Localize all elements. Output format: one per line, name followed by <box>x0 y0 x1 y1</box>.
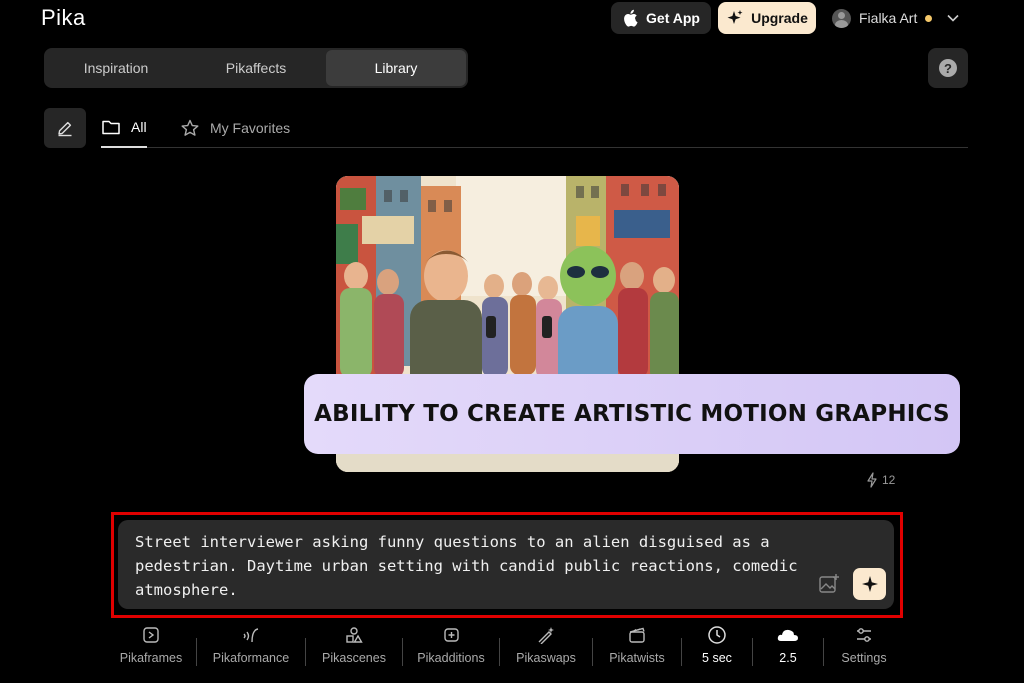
tool-pikadditions[interactable]: Pikadditions <box>403 620 499 672</box>
sparkle-icon <box>861 576 878 592</box>
tool-pikaframes[interactable]: Pikaframes <box>106 620 196 672</box>
user-menu[interactable]: Fialka Art <box>832 6 960 30</box>
upgrade-label: Upgrade <box>751 10 808 26</box>
tool-pikadditions-label: Pikadditions <box>417 651 485 665</box>
main-tabs: Inspiration Pikaffects Library <box>44 48 468 88</box>
status-dot <box>925 14 933 22</box>
scenes-icon <box>346 627 363 643</box>
model-label: 2.5 <box>779 651 797 665</box>
generation-count: 12 <box>882 473 896 487</box>
help-button[interactable]: ? <box>928 48 968 88</box>
chevron-down-icon <box>947 14 959 22</box>
top-bar: Pika Get App Upgrade Fialka Art <box>0 0 1024 36</box>
tab-inspiration[interactable]: Inspiration <box>46 50 186 86</box>
tool-pikaframes-label: Pikaframes <box>119 651 183 665</box>
cloud-icon <box>777 629 798 641</box>
tab-all[interactable]: All <box>101 108 147 148</box>
additions-icon <box>444 628 459 642</box>
tool-pikascenes-label: Pikascenes <box>322 651 386 665</box>
performance-icon <box>243 628 259 643</box>
swaps-icon <box>538 627 554 644</box>
library-filter-tabs: All My Favorites <box>101 108 968 148</box>
bottom-toolbar: Pikaframes Pikaformance Pikascenes Pikad… <box>106 620 916 672</box>
duration-label: 5 sec <box>702 651 732 665</box>
tab-all-label: All <box>131 119 147 135</box>
pencil-icon <box>58 121 72 137</box>
upgrade-button[interactable]: Upgrade <box>718 2 816 34</box>
folder-icon <box>102 120 120 135</box>
tool-pikaformance[interactable]: Pikaformance <box>197 620 305 672</box>
user-name: Fialka Art <box>859 10 918 26</box>
tool-pikascenes[interactable]: Pikascenes <box>306 620 402 672</box>
tab-my-favorites-label: My Favorites <box>210 120 291 136</box>
generate-button[interactable] <box>853 568 886 600</box>
generation-counter: 12 <box>866 472 895 488</box>
duration-selector[interactable]: 5 sec <box>682 620 752 672</box>
star-icon <box>181 119 199 136</box>
prompt-input[interactable]: Street interviewer asking funny question… <box>118 520 894 609</box>
apple-icon <box>624 9 638 27</box>
tool-pikatwists-label: Pikatwists <box>609 651 665 665</box>
feature-banner: ABILITY TO CREATE ARTISTIC MOTION GRAPHI… <box>304 374 960 454</box>
frames-icon <box>143 627 159 643</box>
settings-button[interactable]: Settings <box>824 620 904 672</box>
tab-pikaffects[interactable]: Pikaffects <box>186 50 326 86</box>
twists-icon <box>629 627 645 643</box>
prompt-text[interactable]: Street interviewer asking funny question… <box>135 530 815 602</box>
sliders-icon <box>857 628 871 642</box>
banner-text: ABILITY TO CREATE ARTISTIC MOTION GRAPHI… <box>314 401 950 427</box>
tool-pikaswaps-label: Pikaswaps <box>516 651 576 665</box>
get-app-button[interactable]: Get App <box>611 2 711 34</box>
help-icon: ? <box>939 59 957 77</box>
pika-logo[interactable]: Pika <box>41 5 86 31</box>
avatar <box>832 8 851 28</box>
clock-icon <box>708 626 726 644</box>
tool-pikaformance-label: Pikaformance <box>212 651 290 665</box>
edit-button[interactable] <box>44 108 86 148</box>
tool-pikatwists[interactable]: Pikatwists <box>593 620 681 672</box>
tab-my-favorites[interactable]: My Favorites <box>180 108 290 148</box>
tab-library[interactable]: Library <box>326 50 466 86</box>
sparkle-icon <box>727 10 743 24</box>
lightning-icon <box>867 472 877 488</box>
get-app-label: Get App <box>646 10 700 26</box>
image-upload-icon[interactable] <box>818 573 840 595</box>
settings-label: Settings <box>841 651 887 665</box>
model-selector[interactable]: 2.5 <box>753 620 823 672</box>
tool-pikaswaps[interactable]: Pikaswaps <box>500 620 592 672</box>
